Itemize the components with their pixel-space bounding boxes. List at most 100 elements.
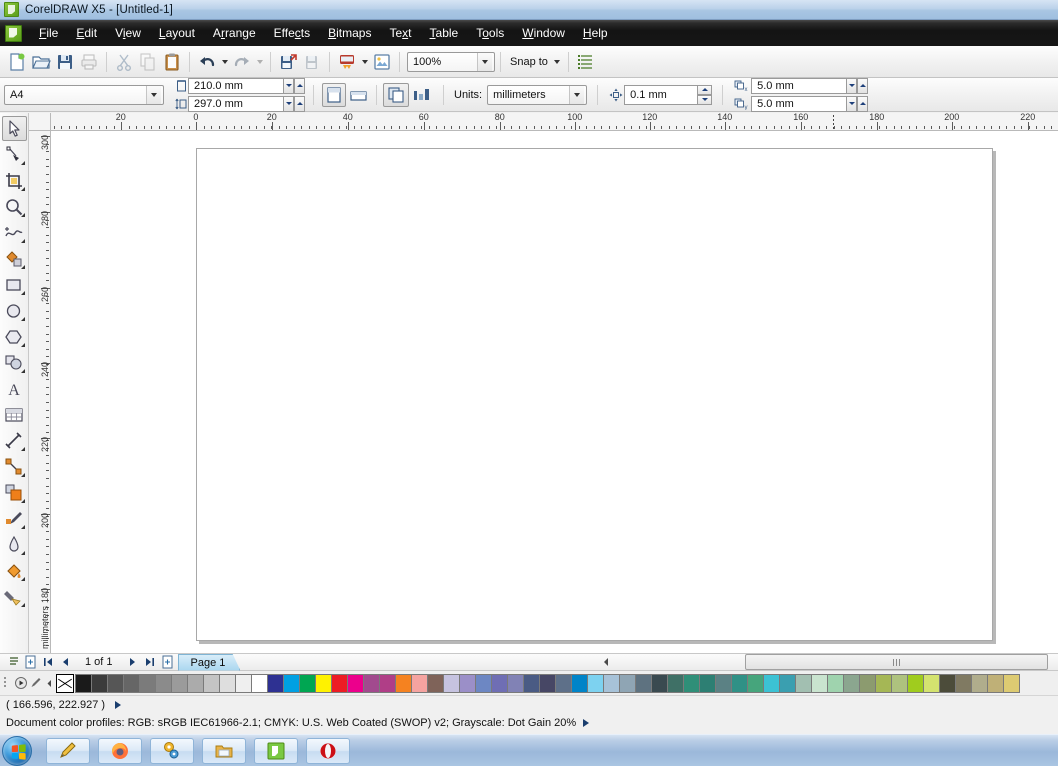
nudge-offset-spinner[interactable] [697,84,713,105]
color-eyedropper-tool[interactable] [2,506,27,531]
vertical-ruler[interactable]: 300 280 260 240 220 200 180 millimeters [29,131,51,653]
paper-width-spinner[interactable] [283,77,305,94]
paper-height-input[interactable]: 297.0 mm [188,95,284,112]
taskbar-item-firefox[interactable] [98,737,142,764]
prev-page-icon[interactable] [56,654,73,670]
palette-swatch[interactable] [315,673,332,693]
pick-tool[interactable] [1,116,27,141]
document-page[interactable] [196,148,993,641]
spinner-up-icon[interactable] [857,95,869,112]
palette-swatch[interactable] [267,673,284,693]
palette-swatch[interactable] [747,673,764,693]
palette-swatch[interactable] [587,673,604,693]
spinner-up-icon[interactable] [857,77,869,94]
basic-shapes-tool[interactable] [2,350,27,375]
undo-dropdown[interactable] [219,50,230,74]
snap-to-dropdown[interactable] [552,50,563,74]
status-expand-arrow-icon[interactable] [115,701,122,709]
palette-swatch[interactable] [75,673,92,693]
text-tool[interactable]: A [2,376,27,401]
palette-swatch[interactable] [875,673,892,693]
current-page-icon[interactable] [409,83,433,107]
fill-tool[interactable] [2,558,27,583]
spinner-up-icon[interactable] [294,77,305,94]
palette-swatch[interactable] [731,673,748,693]
snap-to-label[interactable]: Snap to [506,56,552,68]
palette-swatch[interactable] [459,673,476,693]
taskbar-item-coreldraw[interactable] [254,737,298,764]
flyout-arrow-icon[interactable] [20,239,25,243]
freehand-tool[interactable] [2,220,27,245]
flyout-arrow-icon[interactable] [20,187,25,191]
menu-help[interactable]: Help [574,23,617,43]
spinner-up-icon[interactable] [697,84,713,95]
paste-button[interactable] [160,50,184,74]
duplicate-y-input[interactable]: 5.0 mm [751,95,848,112]
cut-button[interactable] [112,50,136,74]
palette-swatch[interactable] [859,673,876,693]
flyout-arrow-icon[interactable] [20,577,25,581]
palette-swatch[interactable] [891,673,908,693]
palette-swatch[interactable] [795,673,812,693]
palette-swatch[interactable] [187,673,204,693]
paper-width-input[interactable]: 210.0 mm [188,77,284,94]
flyout-arrow-icon[interactable] [20,161,25,165]
spinner-down-icon[interactable] [283,95,294,112]
palette-swatch[interactable] [123,673,140,693]
palette-swatch[interactable] [651,673,668,693]
coreldraw-document-icon[interactable] [5,24,22,42]
nudge-offset-input[interactable]: 0.1 mm [624,84,699,105]
flyout-arrow-icon[interactable] [20,473,25,477]
drawing-canvas[interactable] [51,131,1058,653]
palette-swatch[interactable] [923,673,940,693]
windows-start-orb-icon[interactable] [2,735,32,766]
palette-swatch[interactable] [539,673,556,693]
palette-swatch[interactable] [715,673,732,693]
spinner-down-icon[interactable] [846,95,858,112]
palette-play-icon[interactable] [14,672,28,694]
print-button[interactable] [77,50,101,74]
application-launcher-button[interactable] [335,50,359,74]
palette-swatch[interactable] [283,673,300,693]
spinner-up-icon[interactable] [294,95,305,112]
spinner-down-icon[interactable] [283,77,294,94]
palette-swatch[interactable] [827,673,844,693]
polygon-tool[interactable] [2,324,27,349]
portrait-icon[interactable] [322,82,346,107]
palette-swatch[interactable] [635,673,652,693]
blend-tool[interactable] [2,480,27,505]
page-tab-1[interactable]: Page 1 [178,654,241,671]
ruler-origin-corner[interactable] [29,113,51,131]
smart-fill-tool[interactable] [2,246,27,271]
palette-swatch[interactable] [987,673,1004,693]
redo-dropdown[interactable] [254,50,265,74]
flyout-arrow-icon[interactable] [20,369,25,373]
table-tool[interactable] [2,402,27,427]
menu-effects[interactable]: Effects [265,23,319,43]
horizontal-scrollbar-thumb[interactable] [745,654,1048,670]
all-pages-icon[interactable] [383,82,409,107]
first-page-icon[interactable] [39,654,56,670]
palette-scroll-left-icon[interactable] [42,672,56,694]
crop-tool[interactable] [2,168,27,193]
menu-window[interactable]: Window [513,23,574,43]
palette-swatch[interactable] [299,673,316,693]
flyout-arrow-icon[interactable] [20,551,25,555]
new-document-button[interactable] [5,50,29,74]
shape-tool[interactable] [2,142,27,167]
palette-swatch[interactable] [331,673,348,693]
taskbar-item-editor[interactable] [46,737,90,764]
palette-swatch[interactable] [411,673,428,693]
palette-swatch[interactable] [363,673,380,693]
units-combo[interactable]: millimeters [487,84,588,105]
chevron-down-icon[interactable] [569,85,585,104]
menu-arrange[interactable]: Arrange [204,23,265,43]
add-page-right-icon[interactable] [159,654,176,670]
palette-swatch[interactable] [619,673,636,693]
flyout-arrow-icon[interactable] [20,317,25,321]
menu-bitmaps[interactable]: Bitmaps [319,23,380,43]
palette-swatch[interactable] [251,673,268,693]
chevron-down-icon[interactable] [146,85,161,104]
flyout-arrow-icon[interactable] [20,525,25,529]
status-expand-arrow-icon[interactable] [583,719,590,727]
